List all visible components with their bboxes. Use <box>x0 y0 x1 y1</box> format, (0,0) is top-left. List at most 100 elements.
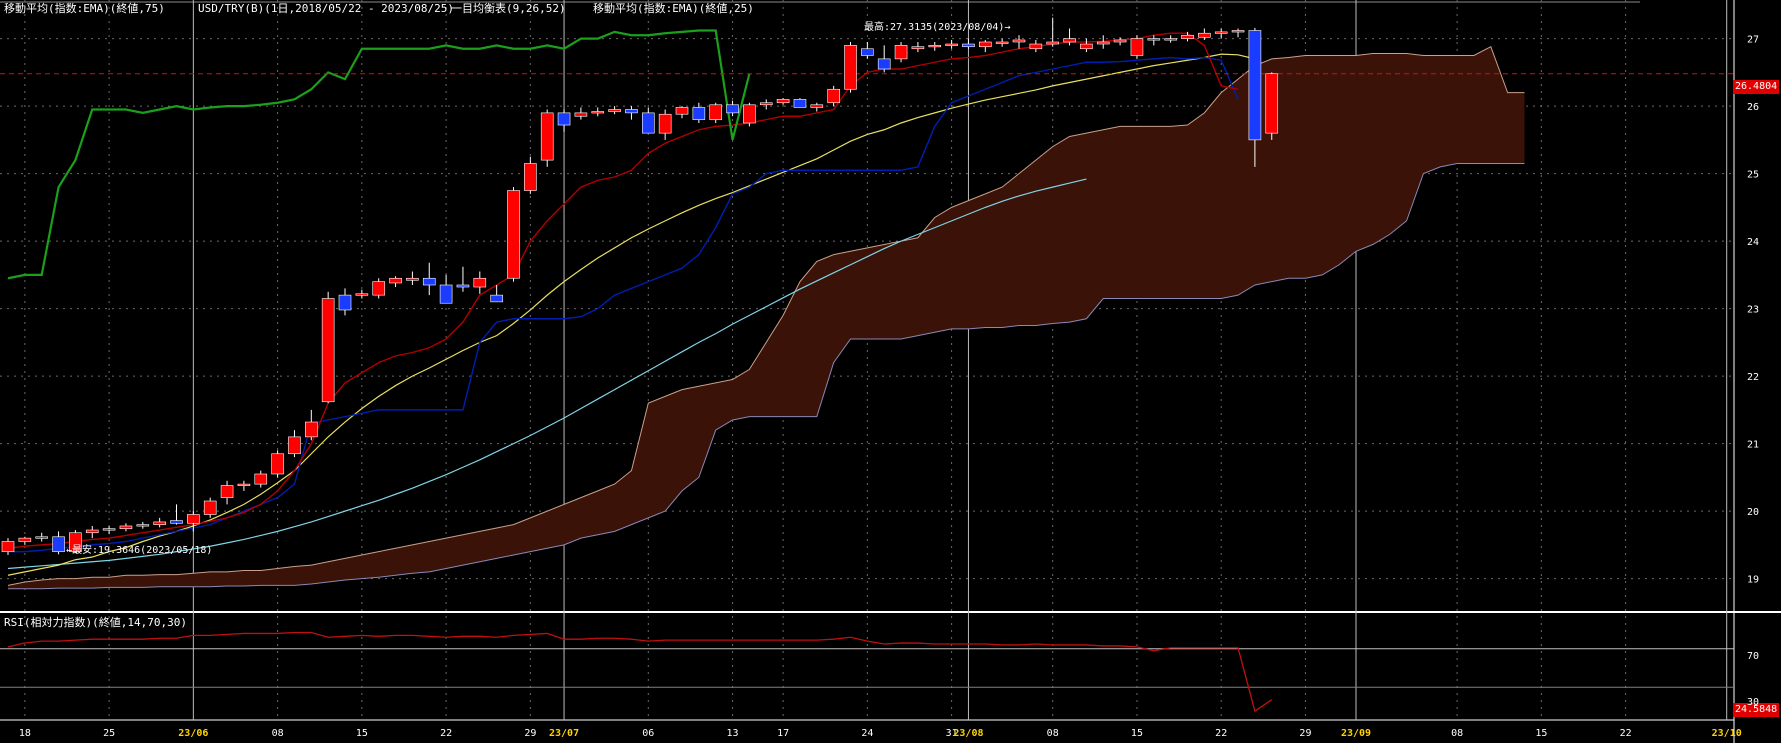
candle-body <box>1214 31 1228 34</box>
candle-body <box>102 528 116 531</box>
candle-body <box>625 109 638 114</box>
price-tick-label: 21 <box>1747 440 1759 451</box>
x-tick-label: 17 <box>777 728 789 739</box>
candle-body <box>776 99 790 104</box>
x-tick-label: 23/10 <box>1712 728 1742 739</box>
candle-body <box>490 294 503 303</box>
x-tick-label: 23/08 <box>953 728 983 739</box>
candle-body <box>1181 34 1194 39</box>
candle-body <box>1029 43 1043 50</box>
candle-body <box>591 111 605 114</box>
candle-body <box>1231 30 1245 33</box>
candle-body <box>608 109 621 112</box>
high-annotation: 最高:27.3135(2023/08/04)→ <box>864 22 1011 33</box>
candle-body <box>1113 39 1127 43</box>
ema25-legend: 移動平均(指数:EMA)(終値,25) <box>593 2 754 15</box>
candle-body <box>1265 73 1279 134</box>
candle-body <box>507 190 520 279</box>
x-tick-label: 18 <box>19 728 31 739</box>
candle-body <box>338 294 352 311</box>
candle-body <box>894 45 908 60</box>
x-tick-label: 23/09 <box>1341 728 1371 739</box>
candle-body <box>136 524 150 527</box>
x-tick-label: 15 <box>356 728 368 739</box>
candle-body <box>1096 41 1110 45</box>
x-tick-label: 29 <box>1299 728 1311 739</box>
ichimoku-legend: 一目均衡表(9,26,52) <box>451 2 566 15</box>
candle-body <box>1 541 15 552</box>
candle-body <box>743 104 756 124</box>
candle-body <box>35 536 49 539</box>
candle-body <box>810 104 824 108</box>
candle-body <box>524 163 537 191</box>
candle-body <box>1130 38 1144 56</box>
candle-body <box>844 45 857 90</box>
candle-body <box>911 46 925 50</box>
candle-body <box>793 99 807 108</box>
candle-body <box>962 43 975 48</box>
candle-body <box>1248 30 1262 141</box>
candle-body <box>675 107 689 115</box>
price-tick-label: 19 <box>1747 575 1759 586</box>
candle-body <box>945 43 958 46</box>
x-tick-label: 08 <box>1451 728 1463 739</box>
candle-body <box>540 112 554 161</box>
x-tick-label: 06 <box>642 728 654 739</box>
candle-body <box>928 45 942 48</box>
candle-body <box>574 112 588 117</box>
candle-body <box>692 107 706 120</box>
candle-body <box>153 521 166 525</box>
x-tick-label: 23/07 <box>549 728 579 739</box>
candle-body <box>220 485 234 498</box>
x-tick-label: 29 <box>524 728 536 739</box>
rsi-30-label: 30 <box>1747 697 1760 708</box>
x-tick-label: 15 <box>1131 728 1143 739</box>
candle-body <box>658 113 672 134</box>
candle-body <box>52 536 65 552</box>
price-tick-label: 22 <box>1747 372 1759 383</box>
price-chart-svg: 19 20 21 22 23 24 25 26 27 18 25 23/06 08 15 22 29 23/07… <box>0 0 1781 743</box>
price-tick-label: 27 <box>1747 35 1759 46</box>
candle-body <box>406 277 419 281</box>
rsi-legend: RSI(相対力指数)(終値,14,70,30) <box>4 616 187 629</box>
candle-body <box>861 48 874 56</box>
x-tick-label: 08 <box>1047 728 1059 739</box>
candle-body <box>254 473 268 485</box>
rsi-70-label: 70 <box>1747 651 1760 662</box>
candle-body <box>557 112 571 126</box>
low-annotation: ←最安:19.3646(2023/05/18) <box>66 545 213 556</box>
candle-body <box>271 453 284 475</box>
chart-window: 19 20 21 22 23 24 25 26 27 18 25 23/06 08 15 22 29 23/07… <box>0 0 1781 743</box>
candle-body <box>1046 41 1059 45</box>
candle-body <box>1080 43 1093 50</box>
candle-body <box>439 284 453 304</box>
candle-body <box>726 104 739 114</box>
x-tick-label: 15 <box>1535 728 1547 739</box>
candle-body <box>978 41 992 48</box>
candle-body <box>389 277 402 284</box>
candle-body <box>288 436 301 455</box>
candle-body <box>709 104 723 120</box>
candle-body <box>759 102 773 106</box>
candle-body <box>1198 32 1211 38</box>
ichimoku-cloud <box>8 46 1525 589</box>
symbol-label: USD/TRY(B)(1日,2018/05/22 - 2023/08/25) <box>198 2 455 15</box>
candle-body <box>119 525 133 529</box>
candle-body <box>321 298 335 403</box>
x-tick-label: 23/06 <box>178 728 208 739</box>
candle-body <box>170 520 183 524</box>
ema75-legend: 移動平均(指数:EMA)(終値,75) <box>4 2 165 15</box>
candle-body <box>456 284 470 288</box>
x-tick-label: 25 <box>103 728 115 739</box>
x-tick-label: 08 <box>272 728 284 739</box>
candle-body <box>1063 38 1076 43</box>
candle-body <box>473 277 487 288</box>
candle-body <box>1164 38 1177 41</box>
candle-body <box>237 483 251 486</box>
candle-body <box>1147 38 1161 41</box>
candle-body <box>995 41 1009 44</box>
x-tick-label: 13 <box>727 728 739 739</box>
price-tick-label: 26 <box>1747 102 1759 113</box>
candle-body <box>827 88 840 104</box>
candle-body <box>187 514 200 524</box>
